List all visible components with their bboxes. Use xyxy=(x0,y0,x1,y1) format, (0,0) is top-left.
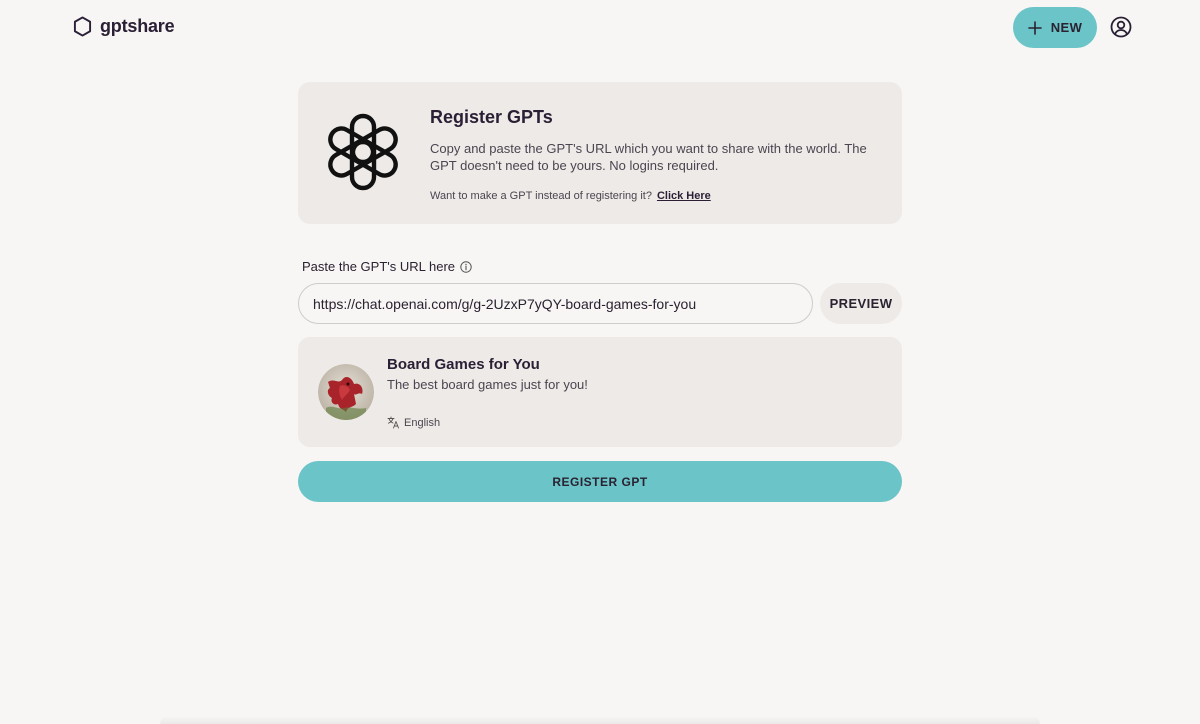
click-here-link[interactable]: Click Here xyxy=(657,190,711,202)
register-description: Copy and paste the GPT's URL which you w… xyxy=(430,141,867,173)
url-label: Paste the GPT's URL here xyxy=(302,259,472,274)
logo[interactable]: gptshare xyxy=(73,16,175,37)
top-bar: gptshare NEW xyxy=(0,0,1200,56)
new-button-label: NEW xyxy=(1050,20,1083,35)
gpt-description: The best board games just for you! xyxy=(387,377,588,392)
gpt-avatar xyxy=(318,364,374,420)
register-gpt-button[interactable]: REGISTER GPT xyxy=(298,461,902,502)
make-gpt-prompt: Want to make a GPT instead of registerin… xyxy=(430,190,711,202)
user-circle-icon[interactable] xyxy=(1110,16,1132,38)
gpt-url-input[interactable] xyxy=(298,283,813,324)
gpt-preview-card: Board Games for You The best board games… xyxy=(298,337,902,447)
hexagon-icon xyxy=(73,16,92,37)
translate-icon xyxy=(387,416,400,429)
url-label-text: Paste the GPT's URL here xyxy=(302,259,456,274)
new-button[interactable]: NEW xyxy=(1013,7,1097,48)
register-title: Register GPTs xyxy=(430,107,553,127)
register-card: Register GPTs Copy and paste the GPT's U… xyxy=(298,82,902,224)
logo-text: gptshare xyxy=(100,16,175,36)
plus-icon xyxy=(1027,20,1042,35)
openai-logo-icon xyxy=(320,109,406,195)
make-gpt-text: Want to make a GPT instead of registerin… xyxy=(430,190,652,202)
preview-button[interactable]: PREVIEW xyxy=(820,283,902,324)
gpt-language: English xyxy=(387,416,440,429)
info-icon[interactable] xyxy=(460,260,472,273)
gpt-name: Board Games for You xyxy=(387,356,540,373)
bottom-shadow xyxy=(160,716,1040,724)
gpt-language-text: English xyxy=(404,416,441,429)
